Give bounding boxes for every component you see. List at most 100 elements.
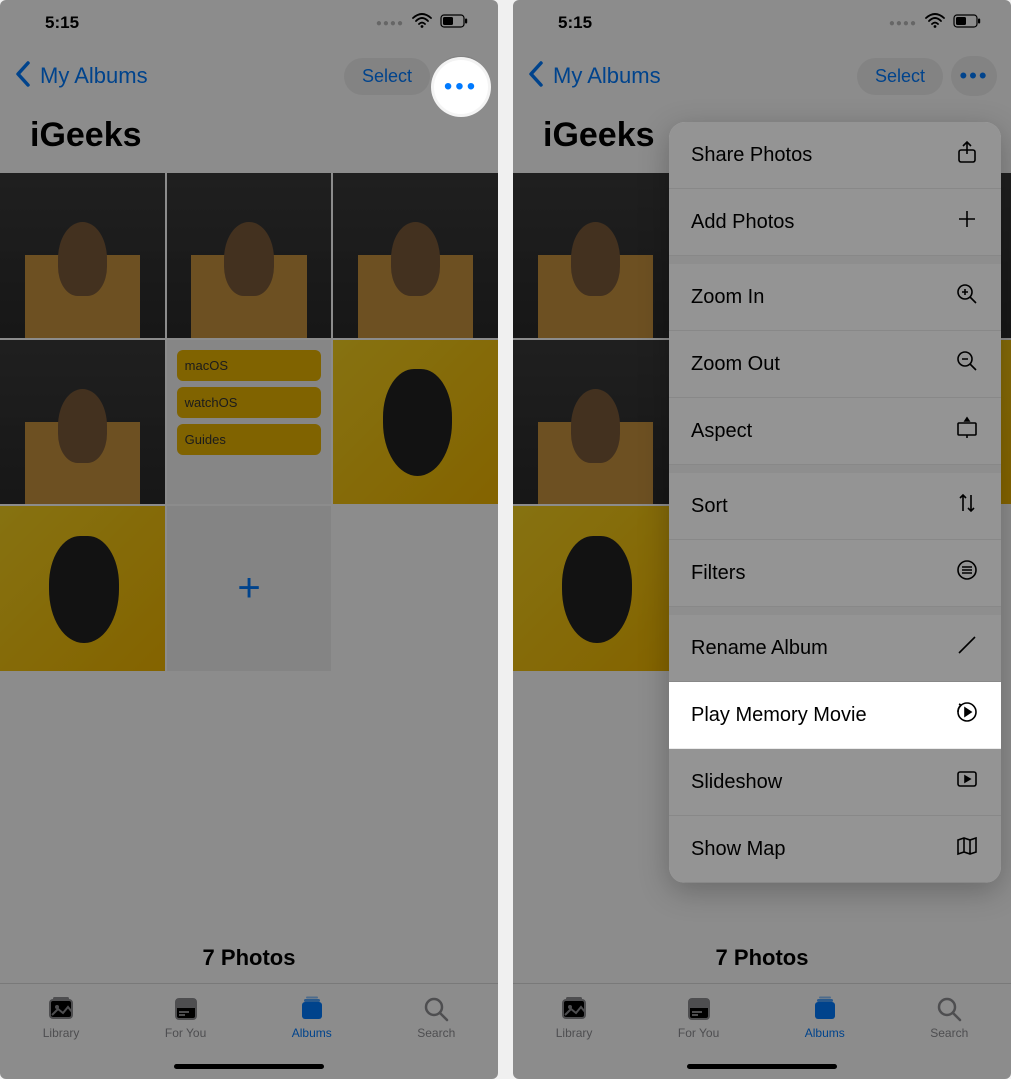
select-button[interactable]: Select bbox=[857, 58, 943, 95]
photo-thumb[interactable] bbox=[513, 173, 678, 338]
menu-separator bbox=[669, 465, 1001, 473]
phone-right: 5:15 ●●●● My Albums Select ••• iGeeks ma… bbox=[513, 0, 1011, 1079]
back-chevron-icon[interactable] bbox=[527, 60, 545, 93]
plus-icon bbox=[955, 207, 979, 237]
status-time: 5:15 bbox=[45, 13, 79, 33]
menu-zoom-in[interactable]: Zoom In bbox=[669, 264, 1001, 331]
photo-thumb[interactable] bbox=[0, 173, 165, 338]
zoom-out-icon bbox=[955, 349, 979, 379]
plus-icon: + bbox=[237, 566, 260, 611]
photo-thumb[interactable]: macOS watchOS Guides bbox=[167, 340, 332, 505]
menu-separator bbox=[669, 607, 1001, 615]
menu-label: Play Memory Movie bbox=[691, 704, 867, 727]
tab-label: Library bbox=[43, 1026, 80, 1040]
tab-bar: Library For You Albums Search bbox=[513, 983, 1011, 1079]
context-menu: Share Photos Add Photos Zoom In Zoom Out… bbox=[669, 122, 1001, 883]
back-chevron-icon[interactable] bbox=[14, 60, 32, 93]
menu-separator bbox=[669, 256, 1001, 264]
tab-label: Search bbox=[930, 1026, 968, 1040]
menu-label: Share Photos bbox=[691, 144, 812, 167]
menu-filters[interactable]: Filters bbox=[669, 540, 1001, 607]
phone-left: 5:15 ●●●● My Albums Select ••• iGeeks ma… bbox=[0, 0, 498, 1079]
tab-foryou[interactable]: For You bbox=[678, 994, 719, 1040]
tab-label: Albums bbox=[292, 1026, 332, 1040]
photo-thumb[interactable] bbox=[0, 340, 165, 505]
menu-aspect[interactable]: Aspect bbox=[669, 398, 1001, 465]
menu-zoom-out[interactable]: Zoom Out bbox=[669, 331, 1001, 398]
tab-albums[interactable]: Albums bbox=[292, 994, 332, 1040]
battery-icon bbox=[953, 13, 981, 33]
ellipsis-icon: ••• bbox=[959, 63, 988, 89]
status-bar: 5:15 ●●●● bbox=[513, 0, 1011, 46]
album-title: iGeeks bbox=[0, 106, 498, 173]
select-button[interactable]: Select bbox=[344, 58, 430, 95]
share-icon bbox=[955, 140, 979, 170]
home-indicator[interactable] bbox=[174, 1064, 324, 1069]
menu-share-photos[interactable]: Share Photos bbox=[669, 122, 1001, 189]
status-right: ●●●● bbox=[376, 13, 468, 34]
tab-library[interactable]: Library bbox=[43, 994, 80, 1040]
slideshow-icon bbox=[955, 767, 979, 797]
photo-thumb[interactable] bbox=[333, 340, 498, 505]
memory-movie-icon bbox=[955, 700, 979, 730]
photo-thumb[interactable] bbox=[167, 173, 332, 338]
chip: Guides bbox=[177, 424, 322, 455]
add-photo-tile[interactable]: + bbox=[167, 506, 332, 671]
wifi-icon bbox=[412, 13, 432, 34]
status-bar: 5:15 ●●●● bbox=[0, 0, 498, 46]
photo-count: 7 Photos bbox=[513, 921, 1011, 983]
home-indicator[interactable] bbox=[687, 1064, 837, 1069]
tab-search[interactable]: Search bbox=[930, 994, 968, 1040]
map-icon bbox=[955, 834, 979, 864]
wifi-icon bbox=[925, 13, 945, 34]
nav-bar: My Albums Select ••• bbox=[0, 46, 498, 106]
photo-thumb[interactable] bbox=[513, 506, 678, 671]
menu-label: Add Photos bbox=[691, 211, 794, 234]
aspect-icon bbox=[955, 416, 979, 446]
menu-add-photos[interactable]: Add Photos bbox=[669, 189, 1001, 256]
menu-slideshow[interactable]: Slideshow bbox=[669, 749, 1001, 816]
photo-count: 7 Photos bbox=[0, 921, 498, 983]
sort-icon bbox=[955, 491, 979, 521]
menu-label: Rename Album bbox=[691, 637, 828, 660]
photo-thumb[interactable] bbox=[0, 506, 165, 671]
menu-label: Sort bbox=[691, 495, 728, 518]
menu-label: Filters bbox=[691, 562, 745, 585]
menu-label: Zoom Out bbox=[691, 353, 780, 376]
tab-search[interactable]: Search bbox=[417, 994, 455, 1040]
tab-bar: Library For You Albums Search bbox=[0, 983, 498, 1079]
pencil-icon bbox=[955, 633, 979, 663]
menu-label: Zoom In bbox=[691, 286, 764, 309]
photo-grid: macOS watchOS Guides + bbox=[0, 173, 498, 671]
photo-thumb[interactable] bbox=[513, 340, 678, 505]
menu-label: Slideshow bbox=[691, 771, 782, 794]
cellular-dots-icon: ●●●● bbox=[376, 18, 404, 29]
menu-sort[interactable]: Sort bbox=[669, 473, 1001, 540]
more-button-highlight[interactable]: ••• bbox=[434, 60, 488, 114]
tab-label: For You bbox=[678, 1026, 719, 1040]
menu-play-memory-movie[interactable]: Play Memory Movie bbox=[669, 682, 1001, 749]
cellular-dots-icon: ●●●● bbox=[889, 18, 917, 29]
status-right: ●●●● bbox=[889, 13, 981, 34]
tab-label: Library bbox=[556, 1026, 593, 1040]
more-button[interactable]: ••• bbox=[951, 56, 997, 96]
photo-thumb[interactable] bbox=[333, 173, 498, 338]
zoom-in-icon bbox=[955, 282, 979, 312]
back-title[interactable]: My Albums bbox=[553, 63, 849, 89]
tab-albums[interactable]: Albums bbox=[805, 994, 845, 1040]
tab-label: Search bbox=[417, 1026, 455, 1040]
tab-library[interactable]: Library bbox=[556, 994, 593, 1040]
menu-label: Show Map bbox=[691, 838, 786, 861]
filters-icon bbox=[955, 558, 979, 588]
tab-foryou[interactable]: For You bbox=[165, 994, 206, 1040]
nav-bar: My Albums Select ••• bbox=[513, 46, 1011, 106]
back-title[interactable]: My Albums bbox=[40, 63, 336, 89]
chip: macOS bbox=[177, 350, 322, 381]
menu-rename-album[interactable]: Rename Album bbox=[669, 615, 1001, 682]
menu-show-map[interactable]: Show Map bbox=[669, 816, 1001, 883]
status-time: 5:15 bbox=[558, 13, 592, 33]
menu-label: Aspect bbox=[691, 420, 752, 443]
tab-label: Albums bbox=[805, 1026, 845, 1040]
battery-icon bbox=[440, 13, 468, 33]
tab-label: For You bbox=[165, 1026, 206, 1040]
